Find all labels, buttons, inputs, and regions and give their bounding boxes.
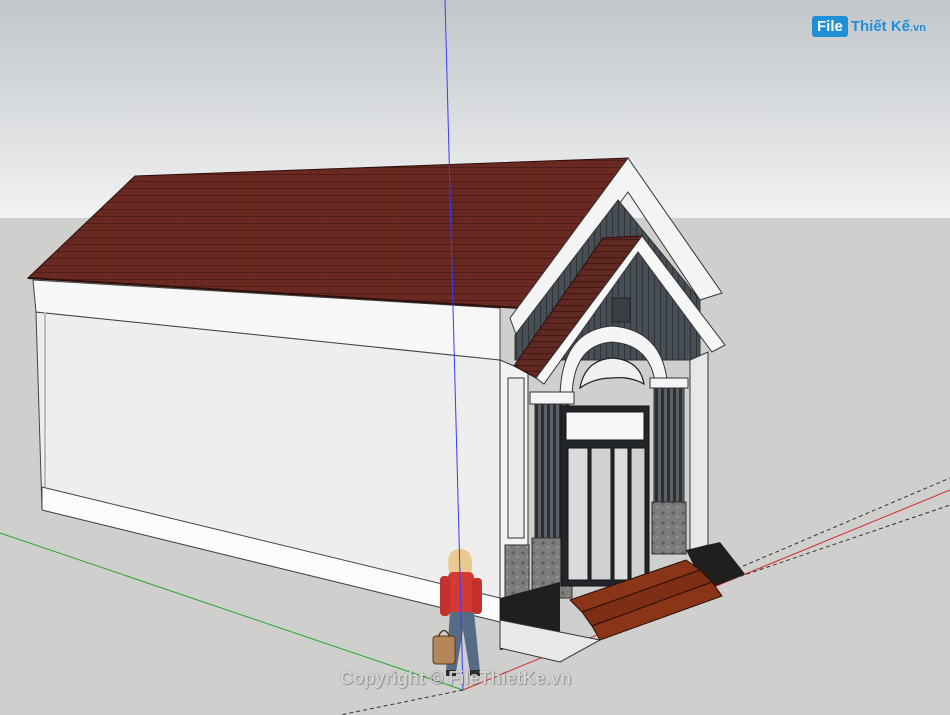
door-transom [565, 411, 645, 441]
door-glass-mid-left[interactable] [590, 447, 612, 581]
door-glass-left[interactable] [567, 447, 589, 581]
copyright-watermark: Copyright © FileThietKe.vn [340, 668, 572, 688]
front-wall-right [689, 351, 709, 551]
handbag-icon [432, 629, 456, 665]
column-right-base [651, 501, 687, 555]
site-logo[interactable]: File Thiết Kế.vn [812, 13, 926, 39]
logo-text: Thiết Kế.vn [851, 18, 926, 35]
door-glass-mid-right[interactable] [613, 447, 629, 581]
3d-model-scene[interactable] [0, 0, 950, 715]
door-glass-right[interactable] [630, 447, 646, 581]
column-right [653, 383, 685, 503]
pilaster-left [507, 377, 525, 539]
column-right-capital [649, 377, 689, 389]
logo-domain: .vn [910, 21, 926, 34]
column-left-capital [529, 391, 575, 405]
logo-rest: Thiết Kế [850, 17, 911, 35]
sketchup-viewport[interactable]: File Thiết Kế.vn Copyright © FileThietKe… [0, 0, 950, 715]
porch-bracket [611, 297, 631, 323]
logo-file-badge: File [812, 15, 848, 37]
